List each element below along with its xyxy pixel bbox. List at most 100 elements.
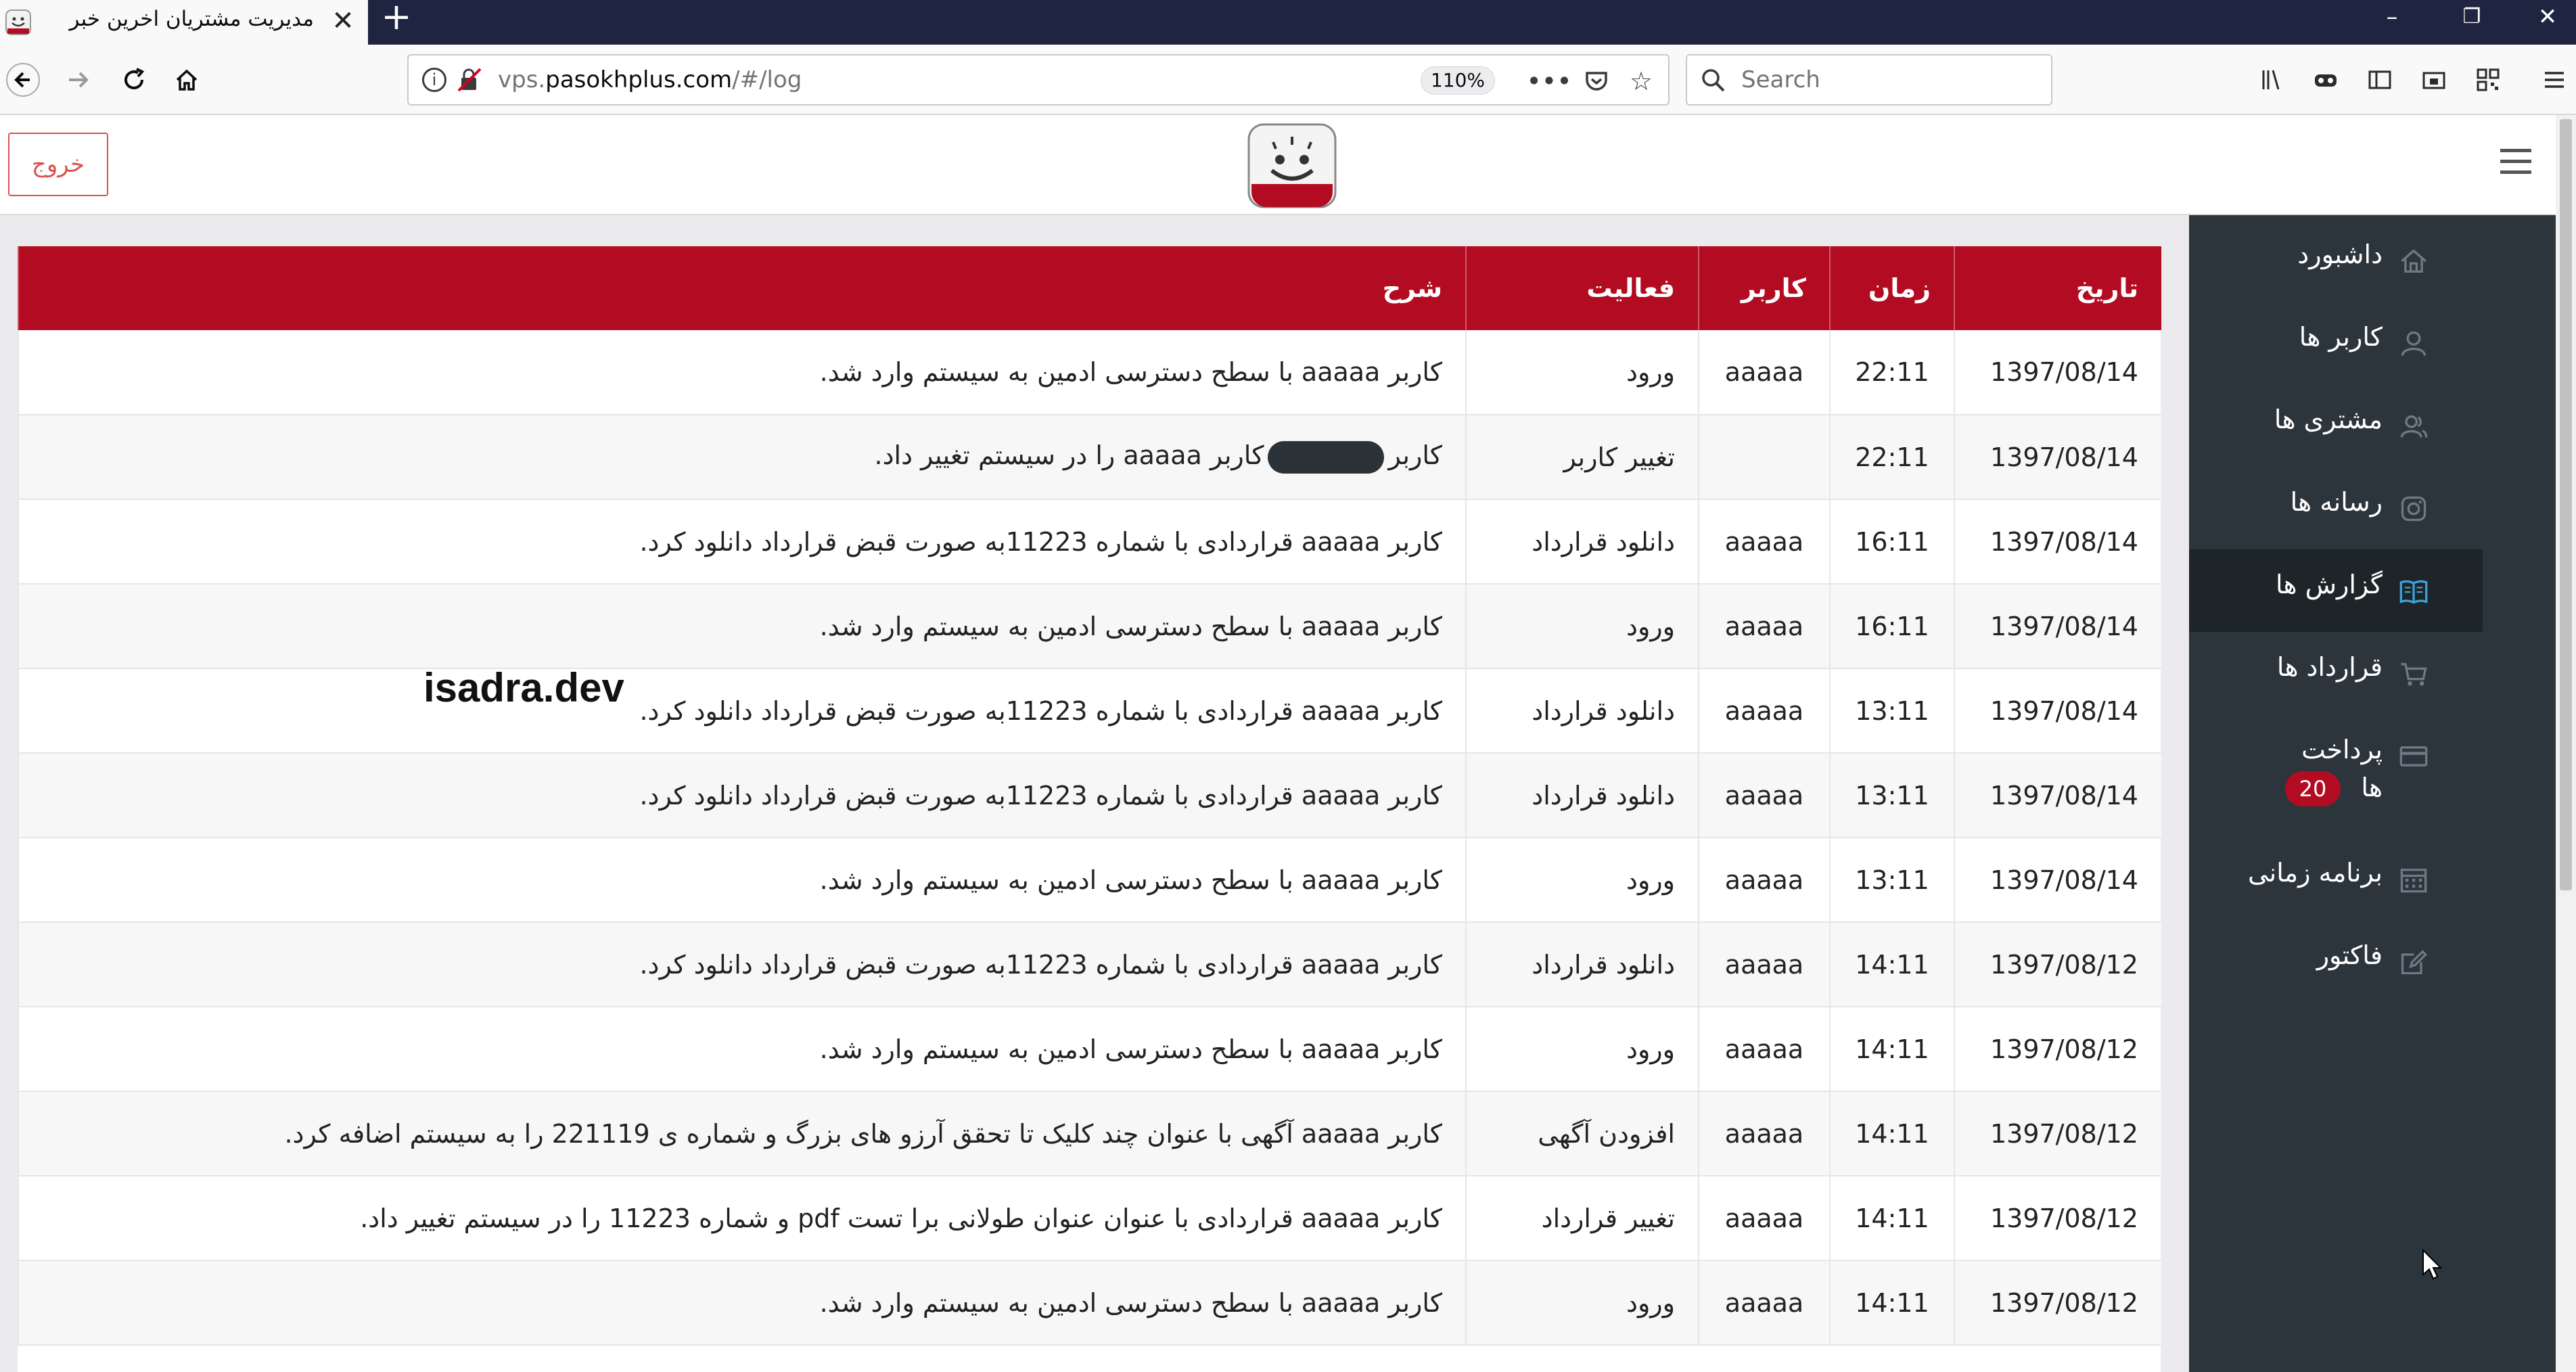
screenshot-icon[interactable] <box>2414 60 2454 100</box>
credit-card-icon <box>2399 746 2428 767</box>
column-header-time[interactable]: زمان <box>1829 246 1954 330</box>
minimize-icon[interactable]: – <box>2365 0 2419 38</box>
cell-user: aaaaa <box>1698 499 1830 585</box>
page: خروج داشبورد کاربر ها مشتری ها رسانه ها <box>0 115 2556 1372</box>
cell-user: aaaaa <box>1698 922 1830 1007</box>
tab-title: مدیریت مشتریان اخرین خبر <box>69 7 314 31</box>
watermark-text: isadra.dev <box>423 665 624 710</box>
window-close-icon[interactable]: ✕ <box>2521 0 2575 38</box>
cell-description: کاربر aaaaa قراردادی با شماره 11223به صو… <box>18 753 1466 838</box>
new-tab-icon[interactable]: + <box>376 0 417 38</box>
cell-user: aaaaa <box>1698 753 1830 838</box>
cell-date: 1397/08/12 <box>1954 1091 2161 1176</box>
cell-activity: تغییر کاربر <box>1465 415 1699 500</box>
library-icon[interactable] <box>2253 60 2293 100</box>
log-table: تاریخ زمان کاربر فعالیت شرح 1397/08/14 2… <box>18 246 2161 1346</box>
sidebar-item-invoice[interactable]: فاکتور <box>2189 920 2483 1003</box>
cell-time: 13:11 <box>1829 668 1954 754</box>
bookmark-star-icon[interactable]: ☆ <box>1624 64 1659 99</box>
search-bar[interactable]: Search <box>1686 54 2052 106</box>
cell-description: کاربر aaaaa قراردادی با شماره 11223به صو… <box>18 668 1466 754</box>
back-icon[interactable] <box>3 60 43 100</box>
customers-icon <box>2400 415 2428 438</box>
column-header-activity[interactable]: فعالیت <box>1465 246 1699 330</box>
table-row: 1397/08/12 14:11 aaaaa دانلود قرارداد کا… <box>18 922 2161 1007</box>
sidebar-item-reports[interactable]: گزارش ها <box>2189 549 2483 632</box>
pocket-icon[interactable] <box>1579 64 1614 99</box>
browser-tab[interactable]: مدیریت مشتریان اخرین خبر ✕ <box>0 0 368 45</box>
app-logo <box>1247 123 1337 208</box>
cell-time: 22:11 <box>1829 415 1954 500</box>
table-row: 1397/08/14 13:11 aaaaa ورود کاربر aaaaa … <box>18 838 2161 923</box>
cell-description: کاربر aaaaa قراردادی با شماره 11223به صو… <box>18 499 1466 585</box>
browser-tab-strip: مدیریت مشتریان اخرین خبر ✕ + – ❐ ✕ <box>0 0 2576 45</box>
qr-code-icon[interactable] <box>2468 60 2508 100</box>
user-icon <box>2401 331 2426 357</box>
home-button-icon[interactable] <box>166 60 207 100</box>
table-row: 1397/08/12 14:11 aaaaa تغییر قرارداد کار… <box>18 1176 2161 1261</box>
cell-date: 1397/08/14 <box>1954 330 2161 415</box>
sidebar-toggle-icon[interactable] <box>2360 60 2400 100</box>
private-mask-icon[interactable] <box>2305 60 2346 100</box>
book-icon <box>2399 580 2428 604</box>
cell-description: کاربر aaaaa آگهی با عنوان چند کلیک تا تح… <box>18 1091 1466 1176</box>
sidebar-item-payments[interactable]: پرداخت ها 20 <box>2189 714 2483 823</box>
search-icon <box>1702 69 1725 92</box>
forward-icon[interactable] <box>58 60 99 100</box>
cell-activity: ورود <box>1465 584 1699 669</box>
address-bar[interactable]: i vps.pasokhplus.com/#/log 110% ••• ☆ <box>407 54 1670 106</box>
scrollbar-thumb[interactable] <box>2560 119 2572 890</box>
cell-activity: ورود <box>1465 330 1699 415</box>
cell-activity: ورود <box>1465 1007 1699 1092</box>
sidebar-item-label: فاکتور <box>2316 940 2383 970</box>
site-favicon-icon <box>5 9 31 35</box>
table-header-row: تاریخ زمان کاربر فعالیت شرح <box>18 246 2161 330</box>
cell-time: 14:11 <box>1829 1176 1954 1261</box>
cart-icon <box>2401 663 2427 686</box>
cell-date: 1397/08/14 <box>1954 415 2161 500</box>
cell-time: 14:11 <box>1829 922 1954 1007</box>
sidebar-item-label: گزارش ها <box>2275 570 2383 599</box>
sidebar-item-dashboard[interactable]: داشبورد <box>2189 219 2483 302</box>
sidebar-item-label: رسانه ها <box>2290 487 2383 517</box>
browser-menu-icon[interactable] <box>2534 60 2575 100</box>
description-prefix: کاربر <box>1388 440 1442 471</box>
page-scrollbar[interactable] <box>2556 115 2576 1372</box>
log-table-container: تاریخ زمان کاربر فعالیت شرح 1397/08/14 2… <box>18 246 2161 1372</box>
cell-date: 1397/08/14 <box>1954 668 2161 754</box>
url-text[interactable]: vps.pasokhplus.com/#/log <box>498 55 802 104</box>
sidebar-item-label: قرارداد ها <box>2276 652 2383 682</box>
column-header-description[interactable]: شرح <box>18 246 1466 330</box>
sidebar-item-users[interactable]: کاربر ها <box>2189 302 2483 384</box>
cell-activity: دانلود قرارداد <box>1465 668 1699 754</box>
cell-date: 1397/08/14 <box>1954 753 2161 838</box>
page-actions-icon[interactable]: ••• <box>1526 64 1571 99</box>
sidebar-item-label: کاربر ها <box>2299 322 2383 352</box>
table-row: 1397/08/14 22:11 aaaaa ورود کاربر aaaaa … <box>18 330 2161 415</box>
table-row: 1397/08/14 13:11 aaaaa دانلود قرارداد کا… <box>18 753 2161 838</box>
cell-time: 14:11 <box>1829 1260 1954 1346</box>
sidebar-item-schedule[interactable]: برنامه زمانی <box>2189 838 2483 920</box>
instagram-icon <box>2401 496 2426 522</box>
logout-button[interactable]: خروج <box>8 133 108 196</box>
home-icon <box>2401 249 2426 273</box>
column-header-date[interactable]: تاریخ <box>1954 246 2161 330</box>
cell-activity: تغییر قرارداد <box>1465 1176 1699 1261</box>
cell-time: 16:11 <box>1829 584 1954 669</box>
restore-icon[interactable]: ❐ <box>2445 0 2499 38</box>
sidebar-item-contracts[interactable]: قرارداد ها <box>2189 632 2483 714</box>
sidebar-item-customers[interactable]: مشتری ها <box>2189 384 2483 467</box>
cell-user: aaaaa <box>1698 1091 1830 1176</box>
menu-toggle-icon[interactable] <box>2500 149 2534 180</box>
info-icon[interactable]: i <box>422 68 446 92</box>
reload-icon[interactable] <box>114 60 154 100</box>
cell-user: aaaaa <box>1698 1260 1830 1346</box>
insecure-lock-icon[interactable] <box>456 66 483 93</box>
column-header-user[interactable]: کاربر <box>1698 246 1830 330</box>
cell-time: 16:11 <box>1829 499 1954 585</box>
description-suffix: کاربر aaaaa را در سیستم تغییر داد. <box>874 440 1264 471</box>
tab-close-icon[interactable]: ✕ <box>326 4 360 38</box>
table-row: 1397/08/12 14:11 aaaaa ورود کاربر aaaaa … <box>18 1260 2161 1346</box>
sidebar-item-media[interactable]: رسانه ها <box>2189 467 2483 549</box>
zoom-level-badge[interactable]: 110% <box>1421 66 1495 95</box>
